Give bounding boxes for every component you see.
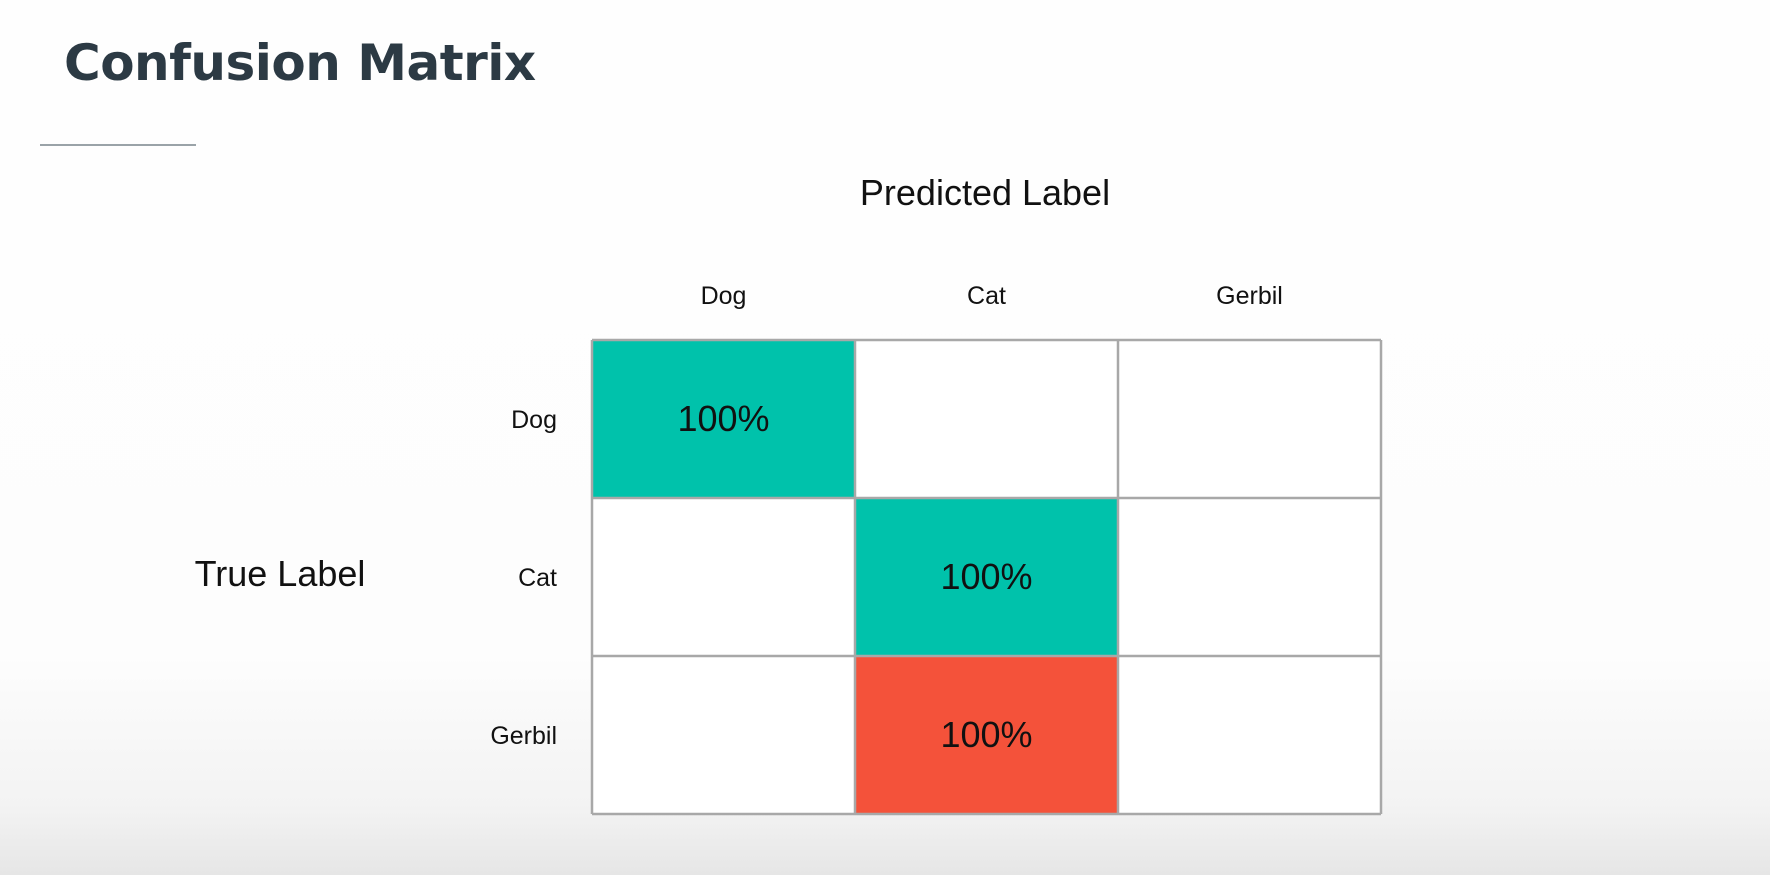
matrix-cell-gerbil-gerbil (1118, 656, 1381, 814)
matrix-cell-dog-cat (855, 340, 1118, 498)
cell-value-label-cat-cat: 100% (940, 556, 1032, 597)
cell-value-label-gerbil-cat: 100% (940, 714, 1032, 755)
y-tick-label-cat: Cat (518, 564, 557, 592)
matrix-cell-dog-gerbil (1118, 340, 1381, 498)
y-tick-label-dog: Dog (511, 406, 557, 434)
matrix-cell-gerbil-dog (592, 656, 855, 814)
matrix-cell-cat-dog (592, 498, 855, 656)
matrix-cell-cat-gerbil (1118, 498, 1381, 656)
x-tick-label-gerbil: Gerbil (1216, 282, 1283, 310)
slide: Confusion Matrix Predicted Label True La… (0, 0, 1770, 875)
cell-value-label-dog-dog: 100% (677, 398, 769, 439)
x-tick-label-cat: Cat (967, 282, 1006, 310)
confusion-matrix-chart: Dog Cat Gerbil Dog Cat Gerbil 100% 100% 100% (490, 282, 1383, 816)
x-tick-label-dog: Dog (701, 282, 747, 310)
y-tick-label-gerbil: Gerbil (490, 722, 557, 750)
